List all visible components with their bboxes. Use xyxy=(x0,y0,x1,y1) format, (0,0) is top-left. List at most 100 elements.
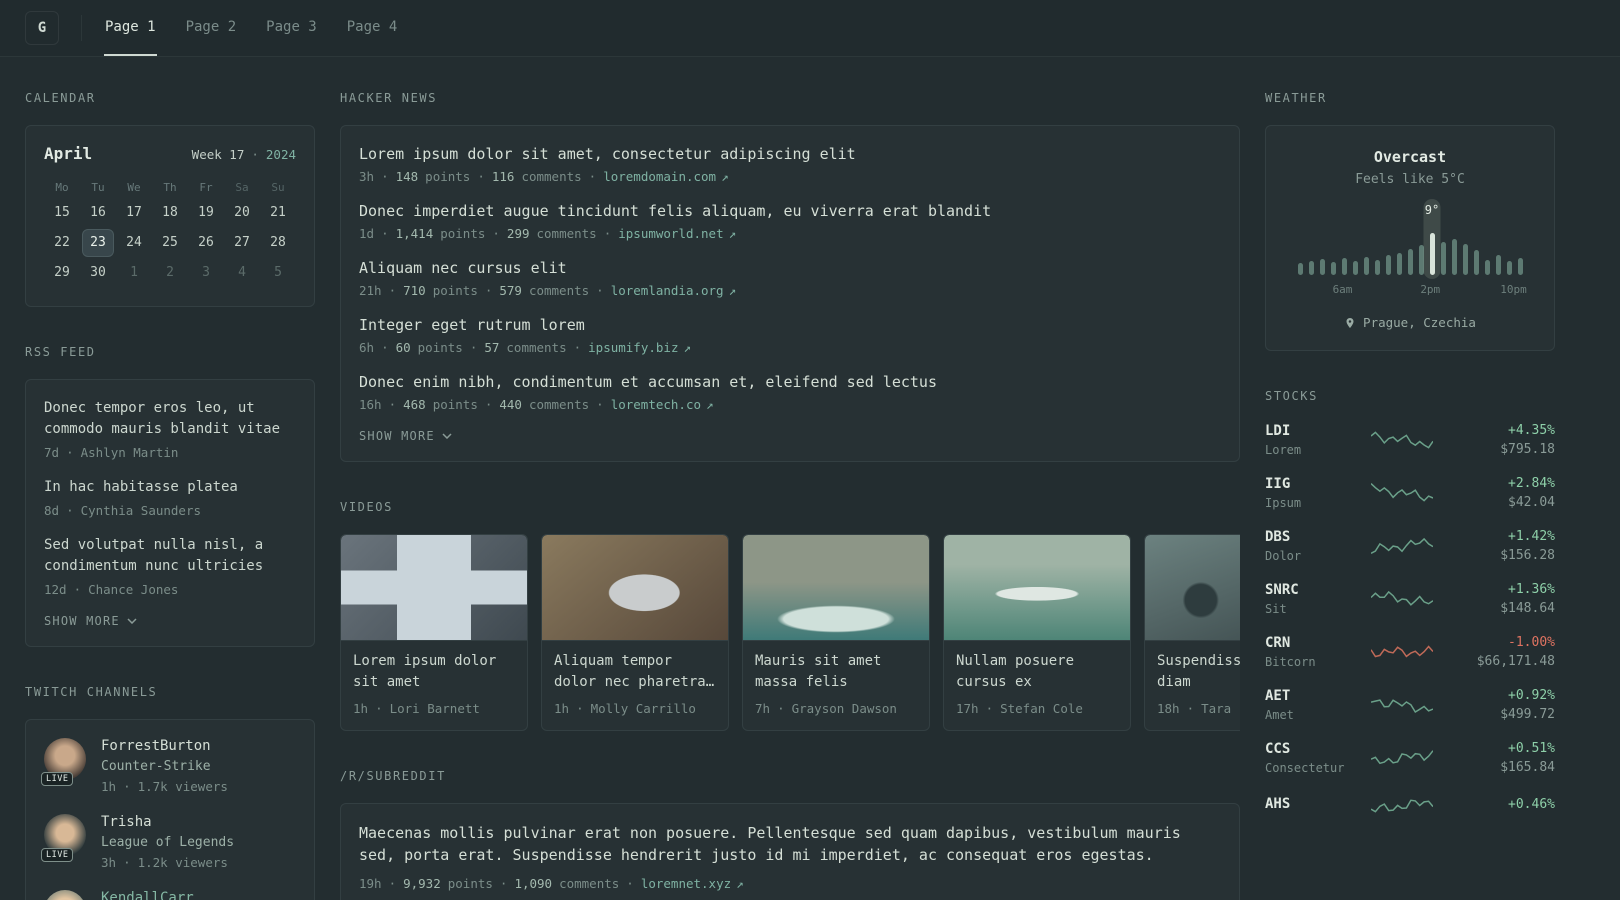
stock-row[interactable]: CCS Consectetur +0.51% $165.84 xyxy=(1265,741,1555,775)
calendar-day[interactable]: 3 xyxy=(191,260,221,286)
calendar-day[interactable]: 24 xyxy=(119,230,149,256)
page-tab[interactable]: Page 3 xyxy=(265,0,318,56)
calendar-day[interactable]: 19 xyxy=(191,200,221,226)
hn-item-title[interactable]: Donec imperdiet augue tincidunt felis al… xyxy=(359,202,991,220)
stocks-list: LDI Lorem +4.35% $795.18 IIG Ipsum +2.84… xyxy=(1265,423,1555,818)
hn-item-title[interactable]: Aliquam nec cursus elit xyxy=(359,259,567,277)
video-info: Aliquam tempor dolor nec pharetra… 1h · … xyxy=(542,641,728,730)
calendar-day[interactable]: 23 xyxy=(83,230,113,256)
stock-row[interactable]: AET Amet +0.92% $499.72 xyxy=(1265,688,1555,722)
stock-row[interactable]: CRN Bitcorn -1.00% $66,171.48 xyxy=(1265,635,1555,669)
calendar-day[interactable]: 17 xyxy=(119,200,149,226)
page-tab[interactable]: Page 1 xyxy=(104,0,157,56)
video-thumbnail[interactable] xyxy=(944,535,1130,641)
stock-row[interactable]: IIG Ipsum +2.84% $42.04 xyxy=(1265,476,1555,510)
hn-item-domain-link[interactable]: loremlandia.org ↗ xyxy=(611,283,736,298)
hn-item: Lorem ipsum dolor sit amet, consectetur … xyxy=(359,144,1221,184)
rss-show-more-button[interactable]: SHOW MORE xyxy=(44,614,137,628)
calendar-day[interactable]: 22 xyxy=(47,230,77,256)
calendar-day[interactable]: 30 xyxy=(83,260,113,286)
video-thumbnail[interactable] xyxy=(341,535,527,641)
hn-item-domain-link[interactable]: loremtech.co ↗ xyxy=(611,397,714,412)
separator-dot: · xyxy=(381,226,389,241)
twitch-channel-name[interactable]: Trisha xyxy=(101,814,234,830)
hackernews-show-more-button[interactable]: SHOW MORE xyxy=(359,429,452,443)
video-card[interactable]: Nullam posuere cursus ex 17h · Stefan Co… xyxy=(943,534,1131,731)
calendar-day[interactable]: 28 xyxy=(263,230,293,256)
rss-item-meta: 7d · Ashlyn Martin xyxy=(44,445,296,460)
stock-row[interactable]: LDI Lorem +4.35% $795.18 xyxy=(1265,423,1555,457)
video-card[interactable]: Suspendisse diam 18h · Tara xyxy=(1144,534,1240,731)
video-title[interactable]: Suspendisse diam xyxy=(1157,651,1240,693)
video-title[interactable]: Mauris sit amet massa felis xyxy=(755,651,917,693)
twitch-channel-name[interactable]: ForrestBurton xyxy=(101,738,228,754)
rss-item-title[interactable]: Sed volutpat nulla nisl, a condimentum n… xyxy=(44,535,296,577)
rss-item: Donec tempor eros leo, ut commodo mauris… xyxy=(44,398,296,460)
video-author: Lori Barnett xyxy=(389,701,480,716)
page-tab[interactable]: Page 4 xyxy=(346,0,399,56)
stock-change: +0.51% xyxy=(1508,741,1555,756)
dashboard-layout: CALENDAR April Week 17 · 2024 Mo Tu We T… xyxy=(0,57,1620,900)
hn-item-domain-link[interactable]: ipsumworld.net ↗ xyxy=(618,226,736,241)
calendar-day[interactable]: 2 xyxy=(155,260,185,286)
page-tab[interactable]: Page 2 xyxy=(185,0,238,56)
hn-item-meta: 3h · 148 points · 116 comments · loremdo… xyxy=(359,169,1221,184)
separator-dot: · xyxy=(388,397,397,412)
video-card[interactable]: Mauris sit amet massa felis 7h · Grayson… xyxy=(742,534,930,731)
video-thumbnail[interactable] xyxy=(542,535,728,641)
stock-row[interactable]: SNRC Sit +1.36% $148.64 xyxy=(1265,582,1555,616)
subreddit-post-title[interactable]: Maecenas mollis pulvinar erat non posuer… xyxy=(359,824,1181,864)
calendar-day[interactable]: 4 xyxy=(227,260,257,286)
calendar-day[interactable]: 27 xyxy=(227,230,257,256)
twitch-channel-info: KendallCarr · xyxy=(101,890,194,900)
hn-item-title[interactable]: Integer eget rutrum lorem xyxy=(359,316,585,334)
stock-price: $795.18 xyxy=(1500,442,1555,457)
calendar-day[interactable]: 18 xyxy=(155,200,185,226)
post-domain-link[interactable]: loremnet.xyz ↗ xyxy=(641,876,744,891)
calendar-day[interactable]: 16 xyxy=(83,200,113,226)
twitch-channel-name[interactable]: KendallCarr xyxy=(101,890,194,900)
hn-item-title[interactable]: Lorem ipsum dolor sit amet, consectetur … xyxy=(359,145,856,163)
video-thumbnail[interactable] xyxy=(743,535,929,641)
video-meta: 7h · Grayson Dawson xyxy=(755,701,917,716)
hn-item-title[interactable]: Donec enim nibh, condimentum et accumsan… xyxy=(359,373,937,391)
stock-symbol: AET xyxy=(1265,688,1291,704)
stock-row[interactable]: AHS +0.46% xyxy=(1265,794,1555,818)
video-title[interactable]: Nullam posuere cursus ex xyxy=(956,651,1118,693)
video-thumbnail[interactable] xyxy=(1145,535,1240,641)
weather-location[interactable]: Prague, Czechia xyxy=(1286,315,1534,330)
video-title[interactable]: Lorem ipsum dolor sit amet consectetu… xyxy=(353,651,515,693)
show-more-label: SHOW MORE xyxy=(44,614,120,628)
calendar-day[interactable]: 26 xyxy=(191,230,221,256)
calendar-day[interactable]: 25 xyxy=(155,230,185,256)
separator-dot: · xyxy=(626,876,634,891)
stock-symbol: IIG xyxy=(1265,476,1291,492)
post-comments: 1,090 xyxy=(514,876,553,891)
hn-item-comments: 579 xyxy=(499,283,522,298)
rss-item-title[interactable]: Donec tempor eros leo, ut commodo mauris… xyxy=(44,398,296,440)
calendar-day[interactable]: 5 xyxy=(263,260,293,286)
calendar-day[interactable]: 20 xyxy=(227,200,257,226)
calendar-day[interactable]: 21 xyxy=(263,200,293,226)
calendar-day[interactable]: 29 xyxy=(47,260,77,286)
video-card[interactable]: Lorem ipsum dolor sit amet consectetu… 1… xyxy=(340,534,528,731)
separator-dot: · xyxy=(251,147,259,162)
twitch-channel-row[interactable]: LIVE KendallCarr · xyxy=(44,890,296,900)
calendar-widget: CALENDAR April Week 17 · 2024 Mo Tu We T… xyxy=(25,91,315,307)
twitch-channel-row[interactable]: LIVE Trisha League of Legends 3h · 1.2k … xyxy=(41,814,296,870)
video-title[interactable]: Aliquam tempor dolor nec pharetra… xyxy=(554,651,716,693)
calendar-day[interactable]: 15 xyxy=(47,200,77,226)
rss-item-title[interactable]: In hac habitasse platea xyxy=(44,477,296,498)
rss-item-author: Chance Jones xyxy=(88,582,179,597)
calendar-day[interactable]: 1 xyxy=(119,260,149,286)
points-label: points xyxy=(432,397,478,412)
app-logo[interactable]: G xyxy=(25,11,59,45)
hn-item-domain-link[interactable]: ipsumify.biz ↗ xyxy=(588,340,691,355)
video-card[interactable]: Aliquam tempor dolor nec pharetra… 1h · … xyxy=(541,534,729,731)
hn-item-domain: ipsumworld.net xyxy=(618,226,724,241)
external-link-arrow-icon: ↗ xyxy=(721,169,729,184)
twitch-channel-row[interactable]: LIVE ForrestBurton Counter-Strike 1h · 1… xyxy=(41,738,296,794)
stock-row[interactable]: DBS Dolor +1.42% $156.28 xyxy=(1265,529,1555,563)
hn-item-domain-link[interactable]: loremdomain.com ↗ xyxy=(603,169,728,184)
calendar-day-headers: Mo Tu We Th Fr Sa Su xyxy=(44,173,296,198)
